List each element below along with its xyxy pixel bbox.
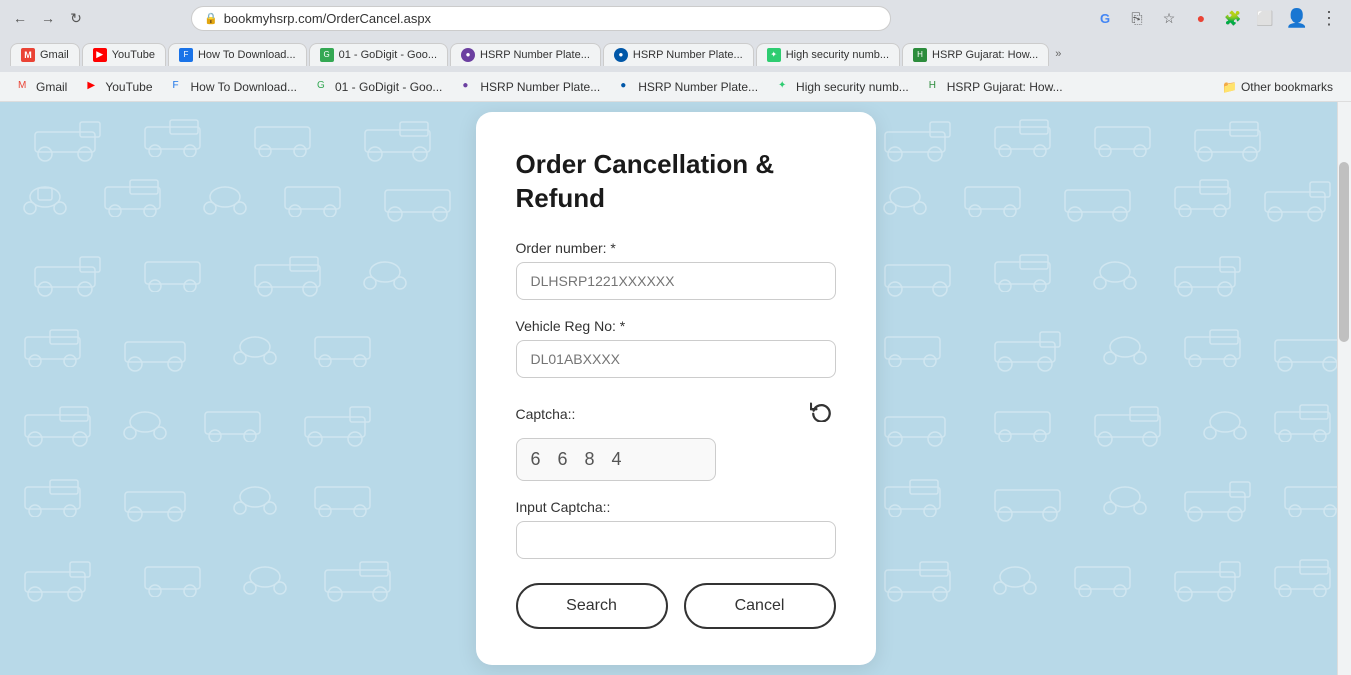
tab-label-security: High security numb... — [786, 49, 889, 61]
tab-label-download: How To Download... — [198, 49, 296, 61]
vehicle-reg-label: Vehicle Reg No: * — [516, 318, 836, 334]
bookmarks-bar: M Gmail ▶ YouTube F How To Download... G… — [0, 72, 1351, 102]
captcha-row: Captcha:: — [516, 396, 836, 432]
order-number-group: Order number: * — [516, 240, 836, 300]
bookmark-button[interactable]: ☆ — [1157, 6, 1181, 30]
extension-chrome-icon[interactable]: ● — [1189, 6, 1213, 30]
tab-hsrp3[interactable]: H HSRP Gujarat: How... — [902, 43, 1049, 66]
vehicle-reg-input[interactable] — [516, 340, 836, 378]
bookmark-label-hsrp2: HSRP Number Plate... — [638, 80, 758, 94]
refresh-button[interactable]: ↻ — [66, 8, 86, 28]
tab-download[interactable]: F How To Download... — [168, 43, 307, 66]
tab-label-hsrp3: HSRP Gujarat: How... — [932, 49, 1038, 61]
browser-nav-bar: ← → ↻ 🔒 bookmyhsrp.com/OrderCancel.aspx … — [0, 0, 1351, 36]
extension-puzzle-icon[interactable]: 🧩 — [1221, 6, 1245, 30]
input-captcha-group: Input Captcha:: — [516, 499, 836, 559]
tab-label-gmail: Gmail — [40, 49, 69, 61]
search-button[interactable]: Search — [516, 583, 668, 629]
vehicle-reg-group: Vehicle Reg No: * — [516, 318, 836, 378]
favicon-security: ✦ — [767, 48, 781, 62]
tab-gmail[interactable]: M Gmail — [10, 43, 80, 66]
tab-hsrp2[interactable]: ● HSRP Number Plate... — [603, 43, 754, 66]
tab-label-hsrp2: HSRP Number Plate... — [633, 49, 743, 61]
captcha-label: Captcha:: — [516, 406, 576, 422]
bookmark-label-hsrp3: HSRP Gujarat: How... — [947, 80, 1063, 94]
tab-godigit[interactable]: G 01 - GoDigit - Goo... — [309, 43, 448, 66]
tab-youtube[interactable]: ▶ YouTube — [82, 43, 166, 66]
profile-icon[interactable]: 👤 — [1285, 6, 1309, 30]
bookmark-label-hsrp1: HSRP Number Plate... — [480, 80, 600, 94]
menu-button[interactable]: ⋮ — [1317, 6, 1341, 30]
captcha-group: Captcha:: 6 6 8 4 — [516, 396, 836, 481]
bookmark-label-gmail: Gmail — [36, 80, 67, 94]
share-button[interactable]: ⎘ — [1125, 6, 1149, 30]
extension-square-icon[interactable]: ⬜ — [1253, 6, 1277, 30]
back-button[interactable]: ← — [10, 8, 30, 28]
browser-actions: G ⎘ ☆ ● 🧩 ⬜ 👤 ⋮ — [1093, 6, 1341, 30]
bookmark-label-download: How To Download... — [191, 80, 298, 94]
bookmark-favicon-gmail: M — [18, 80, 32, 94]
browser-tabs-bar: M Gmail ▶ YouTube F How To Download... G… — [0, 36, 1351, 72]
refresh-captcha-button[interactable] — [806, 396, 836, 432]
other-bookmarks-label: Other bookmarks — [1241, 80, 1333, 94]
input-captcha-label: Input Captcha:: — [516, 499, 836, 515]
card-title: Order Cancellation & Refund — [516, 148, 836, 216]
bookmark-favicon-hsrp2: ● — [620, 80, 634, 94]
bookmark-hsrp1[interactable]: ● HSRP Number Plate... — [454, 78, 608, 96]
bookmark-hsrp3[interactable]: H HSRP Gujarat: How... — [921, 78, 1071, 96]
tab-label-youtube: YouTube — [112, 49, 155, 61]
bookmark-label-godigit: 01 - GoDigit - Goo... — [335, 80, 442, 94]
bookmark-label-security: High security numb... — [796, 80, 909, 94]
bookmark-godigit[interactable]: G 01 - GoDigit - Goo... — [309, 78, 450, 96]
tab-label-godigit: 01 - GoDigit - Goo... — [339, 49, 437, 61]
favicon-download: F — [179, 48, 193, 62]
input-captcha-input[interactable] — [516, 521, 836, 559]
bookmark-favicon-youtube: ▶ — [87, 80, 101, 94]
order-cancellation-card: Order Cancellation & Refund Order number… — [476, 112, 876, 665]
form-buttons: Search Cancel — [516, 583, 836, 629]
favicon-hsrp1: ● — [461, 48, 475, 62]
order-number-input[interactable] — [516, 262, 836, 300]
favicon-gmail: M — [21, 48, 35, 62]
favicon-godigit: G — [320, 48, 334, 62]
url-text: bookmyhsrp.com/OrderCancel.aspx — [224, 11, 431, 26]
other-bookmarks[interactable]: 📁 Other bookmarks — [1214, 78, 1341, 96]
order-number-label: Order number: * — [516, 240, 836, 256]
bookmark-favicon-hsrp1: ● — [462, 80, 476, 94]
tab-label-hsrp1: HSRP Number Plate... — [480, 49, 590, 61]
bookmark-security[interactable]: ✦ High security numb... — [770, 78, 917, 96]
page-background: Order Cancellation & Refund Order number… — [0, 102, 1351, 675]
lock-icon: 🔒 — [204, 12, 218, 25]
bookmark-favicon-download: F — [173, 80, 187, 94]
favicon-hsrp3: H — [913, 48, 927, 62]
more-tabs-button[interactable]: » — [1055, 48, 1061, 60]
favicon-youtube: ▶ — [93, 48, 107, 62]
bookmark-label-youtube: YouTube — [105, 80, 152, 94]
google-apps-button[interactable]: G — [1093, 6, 1117, 30]
captcha-display: 6 6 8 4 — [516, 438, 716, 481]
tab-hsrp1[interactable]: ● HSRP Number Plate... — [450, 43, 601, 66]
bookmark-favicon-hsrp3: H — [929, 80, 943, 94]
bookmark-gmail[interactable]: M Gmail — [10, 78, 75, 96]
bookmark-favicon-security: ✦ — [778, 80, 792, 94]
bookmark-youtube[interactable]: ▶ YouTube — [79, 78, 160, 96]
bookmark-folder-icon: 📁 — [1222, 80, 1237, 94]
address-bar[interactable]: 🔒 bookmyhsrp.com/OrderCancel.aspx — [191, 6, 891, 31]
browser-chrome: ← → ↻ 🔒 bookmyhsrp.com/OrderCancel.aspx … — [0, 0, 1351, 102]
bookmark-favicon-godigit: G — [317, 80, 331, 94]
bookmark-download[interactable]: F How To Download... — [165, 78, 306, 96]
scrollbar[interactable] — [1337, 102, 1351, 675]
forward-button[interactable]: → — [38, 8, 58, 28]
bookmark-hsrp2[interactable]: ● HSRP Number Plate... — [612, 78, 766, 96]
favicon-hsrp2: ● — [614, 48, 628, 62]
cancel-button[interactable]: Cancel — [684, 583, 836, 629]
scrollbar-thumb[interactable] — [1339, 162, 1349, 342]
tab-security[interactable]: ✦ High security numb... — [756, 43, 900, 66]
